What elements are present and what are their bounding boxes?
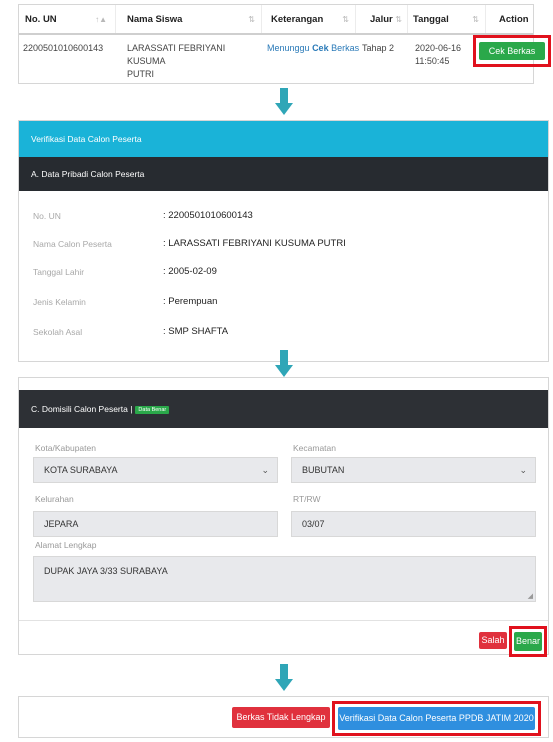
cell-nama-line: LARASSATI FEBRIYANI KUSUMA (127, 43, 226, 66)
column-header-tanggal[interactable]: Tanggal ⇅ (413, 5, 483, 35)
field-label: Alamat Lengkap (35, 540, 97, 550)
column-header-label: Tanggal (413, 14, 449, 25)
sort-icon[interactable]: ⇅ (472, 5, 479, 35)
sort-asc-icon[interactable]: ↑▲ (95, 5, 107, 35)
sort-icon[interactable]: ⇅ (395, 5, 402, 35)
verification-panel: Verifikasi Data Calon Peserta A. Data Pr… (18, 120, 549, 362)
field-label: RT/RW (293, 494, 321, 504)
field-value: : LARASSATI FEBRIYANI KUSUMA PUTRI (163, 238, 346, 249)
field-label: Kota/Kabupaten (35, 443, 96, 453)
divider (19, 620, 548, 621)
sort-icon[interactable]: ⇅ (248, 5, 255, 35)
field-label: Jenis Kelamin (33, 297, 86, 307)
arrow-down-icon (275, 88, 293, 116)
select-value: BUBUTAN (302, 465, 345, 475)
status-text: Menunggu (267, 43, 310, 53)
highlight-box: Benar (509, 626, 547, 657)
sort-icon[interactable]: ⇅ (342, 5, 349, 35)
cell-time: 11:50:45 (415, 56, 450, 66)
column-header-keterangan[interactable]: Keterangan ⇅ (271, 5, 353, 35)
arrow-down-icon (275, 664, 293, 692)
field-label: No. UN (33, 211, 61, 221)
field-value: : SMP SHAFTA (163, 326, 229, 337)
registrants-table: No. UN ↑▲ Nama Siswa ⇅ Keterangan ⇅ Jalu… (18, 4, 534, 84)
kecamatan-select[interactable]: BUBUTAN ⌄ (291, 457, 536, 483)
column-separator (407, 5, 408, 33)
panel-title: Verifikasi Data Calon Peserta (19, 121, 548, 157)
cell-nama-line: PUTRI (127, 69, 154, 79)
chevron-down-icon: ⌄ (261, 465, 269, 475)
chevron-down-icon: ⌄ (519, 465, 527, 475)
field-value: : Perempuan (163, 296, 218, 307)
highlight-box: Cek Berkas (473, 35, 551, 67)
salah-button[interactable]: Salah (479, 632, 507, 649)
table-header: No. UN ↑▲ Nama Siswa ⇅ Keterangan ⇅ Jalu… (19, 5, 533, 35)
column-separator (355, 5, 356, 33)
column-header-nama-siswa[interactable]: Nama Siswa ⇅ (127, 5, 259, 35)
cell-nama-siswa: LARASSATI FEBRIYANI KUSUMA PUTRI (127, 42, 255, 81)
field-label: Sekolah Asal (33, 327, 83, 337)
arrow-down-icon (275, 350, 293, 378)
field-label: Nama Calon Peserta (33, 239, 112, 249)
status-badge: Data Benar (135, 405, 170, 414)
cell-jalur: Tahap 2 (362, 43, 395, 53)
rtrw-field[interactable]: 03/07 (291, 511, 536, 537)
kelurahan-field[interactable]: JEPARA (33, 511, 278, 537)
field-value: : 2005-02-09 (163, 266, 217, 277)
column-separator (261, 5, 262, 33)
select-value: KOTA SURABAYA (44, 465, 118, 475)
benar-button[interactable]: Benar (514, 632, 542, 651)
field-value: : 2200501010600143 (163, 210, 253, 221)
status-text-bold: Cek (312, 43, 329, 53)
berkas-tidak-lengkap-button[interactable]: Berkas Tidak Lengkap (232, 707, 330, 728)
column-separator (115, 5, 116, 33)
verifikasi-button[interactable]: Verifikasi Data Calon Peserta PPDB JATIM… (338, 707, 535, 730)
column-header-action[interactable]: Action (493, 5, 535, 35)
textarea-value: DUPAK JAYA 3/33 SURABAYA (44, 566, 168, 576)
column-header-label: Nama Siswa (127, 14, 183, 25)
status-text: Berkas (331, 43, 360, 53)
section-header: C. Domisili Calon Peserta | Data Benar (19, 390, 548, 428)
section-title: C. Domisili Calon Peserta | (31, 404, 133, 414)
column-header-label: Jalur (370, 14, 393, 25)
alamat-textarea[interactable]: DUPAK JAYA 3/33 SURABAYA ◢ (33, 556, 536, 602)
cell-no-un: 2200501010600143 (23, 43, 104, 53)
column-header-label: Action (499, 14, 529, 25)
kota-select[interactable]: KOTA SURABAYA ⌄ (33, 457, 278, 483)
resize-handle-icon[interactable]: ◢ (528, 592, 533, 600)
highlight-box: Verifikasi Data Calon Peserta PPDB JATIM… (332, 701, 541, 736)
cell-tanggal: 2020-06-16 11:50:45 (415, 42, 461, 68)
cell-keterangan[interactable]: Menunggu Cek Berkas (267, 42, 359, 55)
cell-date: 2020-06-16 (415, 43, 462, 53)
field-label: Kelurahan (35, 494, 74, 504)
column-header-jalur[interactable]: Jalur ⇅ (360, 5, 406, 35)
cek-berkas-button[interactable]: Cek Berkas (479, 42, 545, 60)
column-header-label: Keterangan (271, 14, 324, 25)
field-label: Tanggal Lahir (33, 267, 85, 277)
domicile-panel: C. Domisili Calon Peserta | Data Benar Ko… (18, 377, 549, 657)
section-header: A. Data Pribadi Calon Peserta (19, 157, 548, 191)
column-separator (485, 5, 486, 33)
column-header-no-un[interactable]: No. UN ↑▲ (25, 5, 111, 35)
field-label: Kecamatan (293, 443, 336, 453)
column-header-label: No. UN (25, 14, 57, 25)
action-bar: Berkas Tidak Lengkap Verifikasi Data Cal… (18, 696, 549, 738)
